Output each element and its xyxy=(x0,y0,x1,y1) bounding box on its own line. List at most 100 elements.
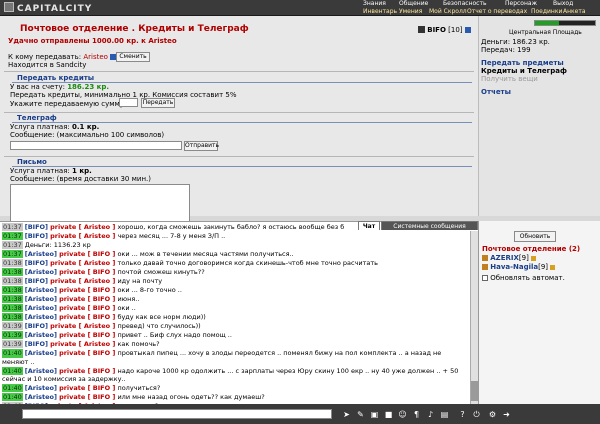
chat-scrollbar[interactable] xyxy=(470,231,478,404)
chat-private-tag[interactable]: private [ BIFO ] xyxy=(59,313,115,321)
refresh-button[interactable]: Обновить xyxy=(514,231,556,242)
chat-timestamp[interactable]: 01:39 xyxy=(2,322,23,330)
chat-sender[interactable]: [BIFO] xyxy=(25,259,48,267)
info-icon[interactable] xyxy=(550,265,556,270)
chat-timestamp[interactable]: 01:37 xyxy=(2,241,23,249)
tab-system-messages[interactable]: Системные сообщения xyxy=(381,221,478,230)
chat-sender[interactable]: [Aristeo] xyxy=(25,250,57,258)
chat-timestamp[interactable]: 01:40 xyxy=(2,384,23,392)
chat-timestamp[interactable]: 01:37 xyxy=(2,232,23,240)
room-user[interactable]: AZERIX[9] xyxy=(482,254,537,262)
chat-private-tag[interactable]: private [ Aristeo ] xyxy=(50,322,115,330)
chat-sender[interactable]: [Aristeo] xyxy=(25,331,57,339)
sound-icon[interactable]: ♪ xyxy=(426,410,435,419)
chat-sender[interactable]: [BIFO] xyxy=(25,322,48,330)
menu-exit[interactable]: Выход xyxy=(553,0,573,7)
link-credits-telegraph[interactable]: Кредиты и Телеграф xyxy=(481,67,567,75)
arrow-icon[interactable]: ➜ xyxy=(502,410,511,419)
info-icon[interactable] xyxy=(531,256,537,261)
chat-sender[interactable]: [Aristeo] xyxy=(25,295,57,303)
chat-timestamp[interactable]: 01:38 xyxy=(2,295,23,303)
letter-message-textarea[interactable] xyxy=(10,184,190,226)
chat-private-tag[interactable]: private [ BIFO ] xyxy=(59,295,115,303)
chat-timestamp[interactable]: 01:38 xyxy=(2,313,23,321)
menu-duels[interactable]: Поединки xyxy=(531,8,562,15)
chat-private-tag[interactable]: private [ BIFO ] xyxy=(59,384,115,392)
chat-timestamp[interactable]: 01:37 xyxy=(2,223,23,231)
link-reports[interactable]: Отчеты xyxy=(481,88,511,96)
chat-sender[interactable]: [BIFO] xyxy=(25,277,48,285)
chat-private-tag[interactable]: private [ BIFO ] xyxy=(59,268,115,276)
player-name[interactable]: BIFO xyxy=(427,26,446,34)
menu-transfer-report[interactable]: Отчет о переводах xyxy=(467,8,527,15)
amount-input[interactable] xyxy=(119,98,138,107)
send-icon[interactable]: ➤ xyxy=(342,410,351,419)
chat-sender[interactable]: [Aristeo] xyxy=(25,313,57,321)
chat-timestamp[interactable]: 01:38 xyxy=(2,286,23,294)
lock-icon[interactable]: ▤ xyxy=(440,410,449,419)
chat-private-tag[interactable]: private [ BIFO ] xyxy=(59,349,115,357)
chat-private-tag[interactable]: private [ BIFO ] xyxy=(59,286,115,294)
info-icon[interactable] xyxy=(464,27,471,33)
chat-timestamp[interactable]: 01:38 xyxy=(2,277,23,285)
chat-private-tag[interactable]: private [ Aristeo ] xyxy=(50,223,115,231)
chat-timestamp[interactable]: 01:40 xyxy=(2,393,23,401)
chat-timestamp[interactable]: 01:38 xyxy=(2,304,23,312)
room-user[interactable]: Hava-Nagila[9] xyxy=(482,263,556,271)
chat-sender[interactable]: [BIFO] xyxy=(25,223,48,231)
chat-sender[interactable]: [BIFO] xyxy=(25,340,48,348)
chat-timestamp[interactable]: 01:40 xyxy=(2,349,23,358)
chat-sender[interactable]: [Aristeo] xyxy=(25,304,57,312)
save-icon[interactable]: ■ xyxy=(384,410,393,419)
chat-private-tag[interactable]: private [ Aristeo ] xyxy=(50,277,115,285)
chat-input[interactable] xyxy=(22,409,332,419)
chat-private-tag[interactable]: private [ BIFO ] xyxy=(59,367,115,375)
chat-timestamp[interactable]: 01:38 xyxy=(2,259,23,267)
chat-private-tag[interactable]: private [ Aristeo ] xyxy=(50,340,115,348)
link-transfer-items[interactable]: Передать предметы xyxy=(481,59,564,67)
help-icon[interactable]: ? xyxy=(458,410,467,419)
chat-private-tag[interactable]: private [ Aristeo ] xyxy=(50,232,115,240)
link-get-items[interactable]: Получить вещи xyxy=(481,75,538,83)
menu-my-scroll[interactable]: Мой Скролл xyxy=(429,8,467,15)
chat-private-tag[interactable]: private [ BIFO ] xyxy=(59,331,115,339)
settings-icon[interactable]: ⚙ xyxy=(488,410,497,419)
chat-timestamp[interactable]: 01:38 xyxy=(2,268,23,276)
menu-skills[interactable]: Умения xyxy=(399,8,422,15)
translit-icon[interactable]: ¶ xyxy=(412,410,421,419)
send-telegraph-button[interactable]: Отправить xyxy=(184,141,219,151)
menu-security[interactable]: Безопасность xyxy=(443,0,487,7)
clear-icon[interactable]: ✎ xyxy=(356,410,365,419)
scrollbar-thumb[interactable] xyxy=(471,381,478,401)
smile-icon[interactable]: ☺ xyxy=(398,410,407,419)
chat-sender[interactable]: [Aristeo] xyxy=(25,349,57,357)
change-recipient-button[interactable]: Сменить xyxy=(116,52,150,62)
menu-character[interactable]: Персонаж xyxy=(505,0,537,7)
chat-timestamp[interactable]: 01:39 xyxy=(2,340,23,348)
chat-private-tag[interactable]: private [ BIFO ] xyxy=(59,250,115,258)
recipient-name[interactable]: Aristeo xyxy=(83,53,108,61)
chat-sender[interactable]: [BIFO] xyxy=(25,232,48,240)
menu-inventory[interactable]: Инвентарь xyxy=(363,8,397,15)
chat-sender[interactable]: [Aristeo] xyxy=(25,393,57,401)
auto-refresh-checkbox[interactable] xyxy=(482,275,488,281)
chat-private-tag[interactable]: private [ BIFO ] xyxy=(59,304,115,312)
transfer-button[interactable]: Передать xyxy=(141,98,175,108)
menu-profile[interactable]: Анкета xyxy=(563,8,586,15)
tab-chat[interactable]: Чат xyxy=(358,221,380,230)
chat-sender[interactable]: [Aristeo] xyxy=(25,367,57,375)
menu-communication[interactable]: Общение xyxy=(399,0,428,7)
chat-sender[interactable]: [Aristeo] xyxy=(25,268,57,276)
chat-private-tag[interactable]: private [ Aristeo ] xyxy=(50,259,115,267)
chat-timestamp[interactable]: 01:37 xyxy=(2,250,23,258)
telegraph-message-input[interactable] xyxy=(10,141,182,150)
chat-timestamp[interactable]: 01:39 xyxy=(2,331,23,339)
filter-icon[interactable]: ▣ xyxy=(370,410,379,419)
chat-private-tag[interactable]: private [ BIFO ] xyxy=(59,393,115,401)
menu-knowledge[interactable]: Знания xyxy=(363,0,386,7)
chat-sender[interactable]: [Aristeo] xyxy=(25,286,57,294)
exit-icon[interactable]: ⏻ xyxy=(472,410,481,419)
chat-sender[interactable]: [Aristeo] xyxy=(25,384,57,392)
chat-text: оки .. xyxy=(117,304,136,312)
chat-timestamp[interactable]: 01:40 xyxy=(2,366,23,375)
